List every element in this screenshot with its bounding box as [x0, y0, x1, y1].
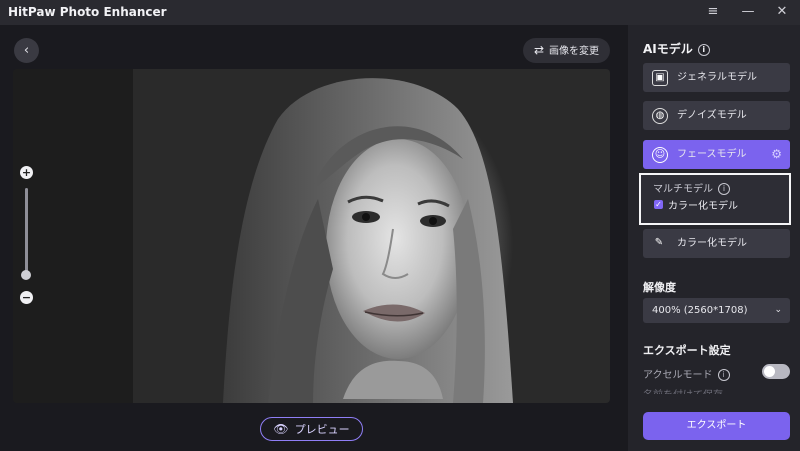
save-as-label: 名前を付けて保存 [643, 386, 723, 394]
ai-model-title: AIモデル i [643, 40, 710, 57]
multi-model-title: マルチモデル i [653, 180, 730, 195]
chevron-down-icon: ⌄ [774, 305, 782, 315]
preview-button[interactable]: 👁 プレビュー [260, 417, 363, 441]
multi-model-box: マルチモデル i ✓ カラー化モデル [639, 173, 791, 225]
face-icon: ☺ [652, 147, 668, 163]
model-denoise-label: デノイズモデル [677, 110, 747, 121]
minimize-icon[interactable]: — [738, 3, 758, 21]
title-bar: HitPaw Photo Enhancer ≡ — ✕ [0, 0, 800, 25]
preview-label: プレビュー [294, 423, 350, 436]
denoise-icon: ◍ [652, 108, 668, 124]
preview-area: ‹ ⇄ 画像を変更 + − 👁 プレビュー [0, 25, 628, 451]
portrait-photo [13, 69, 610, 403]
model-denoise-button[interactable]: ◍ デノイズモデル [643, 101, 790, 130]
zoom-in-button[interactable]: + [20, 166, 33, 179]
info-icon[interactable]: i [717, 369, 730, 381]
resolution-value: 400% (2560*1708) [652, 305, 748, 316]
resolution-select[interactable]: 400% (2560*1708) ⌄ [643, 298, 790, 323]
model-general-label: ジェネラルモデル [677, 72, 757, 83]
multi-model-title-text: マルチモデル [653, 184, 713, 195]
info-icon[interactable]: i [718, 183, 730, 195]
ai-model-title-text: AIモデル [643, 42, 693, 56]
accel-mode-text: アクセルモード [643, 370, 713, 381]
accel-mode-toggle[interactable] [762, 364, 790, 379]
toggle-knob [764, 366, 775, 377]
resolution-title: 解像度 [643, 281, 676, 294]
colorize-icon: ✎ [654, 237, 664, 248]
swap-icon: ⇄ [533, 43, 545, 57]
model-colorize-label: カラー化モデル [677, 238, 747, 249]
gear-icon[interactable]: ⚙ [771, 140, 782, 169]
export-button[interactable]: エクスポート [643, 412, 790, 440]
zoom-out-button[interactable]: − [20, 291, 33, 304]
colorize-checkbox[interactable]: ✓ [654, 200, 663, 209]
settings-panel: AIモデル i ▣ ジェネラルモデル ◍ デノイズモデル ☺ フェースモデル ⚙ … [628, 25, 800, 451]
app-title: HitPaw Photo Enhancer [8, 5, 167, 19]
change-image-button[interactable]: ⇄ 画像を変更 [523, 38, 610, 63]
back-button[interactable]: ‹ [14, 38, 39, 63]
image-icon: ▣ [652, 70, 668, 86]
export-settings-title: エクスポート設定 [643, 344, 731, 357]
colorize-checkbox-label[interactable]: カラー化モデル [668, 197, 738, 212]
model-colorize-button[interactable]: ✎ カラー化モデル [643, 229, 790, 258]
eye-icon: 👁 [273, 422, 289, 436]
model-face-button[interactable]: ☺ フェースモデル ⚙ [643, 140, 790, 169]
menu-icon[interactable]: ≡ [703, 3, 723, 21]
accel-mode-label: アクセルモード i [643, 366, 730, 381]
close-icon[interactable]: ✕ [772, 3, 792, 21]
zoom-slider-handle[interactable] [21, 270, 31, 280]
model-general-button[interactable]: ▣ ジェネラルモデル [643, 63, 790, 92]
change-image-label: 画像を変更 [549, 46, 600, 57]
zoom-slider[interactable] [25, 188, 28, 278]
model-face-label: フェースモデル [677, 149, 747, 160]
info-icon[interactable]: i [697, 43, 710, 56]
